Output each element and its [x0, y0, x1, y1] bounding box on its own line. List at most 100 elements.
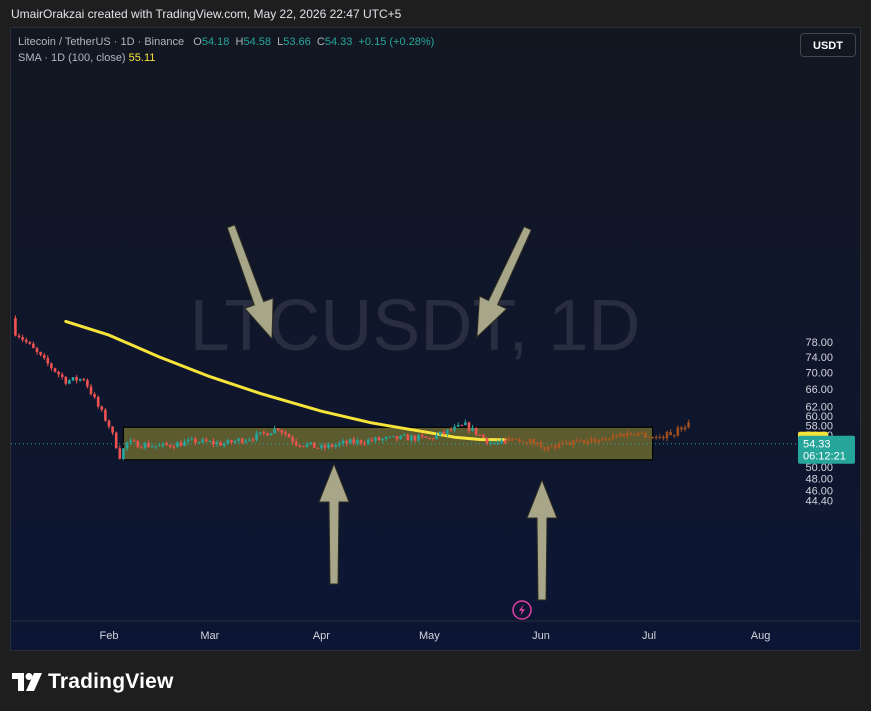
candle-body	[658, 436, 662, 438]
candle-body	[510, 438, 514, 441]
candle-body	[600, 438, 604, 441]
candle	[136, 440, 140, 448]
candle-body	[413, 435, 417, 441]
candle-body	[395, 435, 399, 440]
close-value: 54.33	[324, 36, 353, 48]
candle-body	[586, 441, 590, 444]
candle-body	[392, 435, 395, 437]
candle-body	[359, 440, 363, 444]
candle-body	[402, 434, 406, 436]
candle-body	[564, 442, 568, 444]
candle-body	[244, 440, 248, 443]
candle-body	[273, 428, 276, 434]
candle-body	[464, 422, 467, 426]
candle-body	[482, 434, 485, 438]
projected-candle	[582, 439, 586, 444]
currency-button[interactable]: USDT	[800, 33, 856, 57]
candle-body	[424, 436, 428, 438]
candle-body	[366, 439, 370, 444]
candle-body	[154, 446, 158, 448]
candle-body	[575, 440, 579, 442]
candle-body	[258, 432, 262, 434]
high-value: 54.58	[243, 36, 271, 48]
candle-body	[251, 439, 255, 441]
candle-body	[114, 432, 118, 449]
symbol-title[interactable]: Litecoin / TetherUS · 1D · Binance	[18, 36, 184, 48]
candle-body	[399, 435, 402, 440]
candle-body	[158, 445, 161, 447]
candle-body	[298, 445, 302, 447]
candle-body	[53, 368, 57, 372]
candle-body	[230, 439, 233, 443]
candle-body	[381, 438, 384, 441]
candle-body	[330, 444, 334, 447]
candle-body	[550, 445, 554, 447]
candle-body	[104, 409, 107, 421]
sma-label[interactable]: SMA · 1D (100, close)	[18, 52, 126, 64]
candle-body	[302, 446, 305, 448]
candle-body	[320, 445, 323, 448]
candle-body	[597, 440, 600, 443]
candle-body	[255, 433, 258, 440]
candle-body	[57, 371, 60, 375]
countdown-badge-text: 06:12:21	[803, 451, 846, 463]
candle-body	[665, 432, 669, 439]
candle-body	[60, 374, 64, 377]
candle-body	[582, 440, 586, 444]
candle-body	[129, 440, 132, 443]
candle-body	[676, 427, 680, 436]
candle-body	[269, 433, 273, 436]
candle-body	[554, 445, 557, 448]
symbol-legend-row: Litecoin / TetherUS · 1D · Binance O54.1…	[18, 34, 434, 50]
candle-body	[100, 406, 104, 410]
candle-body	[363, 443, 366, 445]
candle	[392, 435, 395, 437]
tradingview-brand[interactable]: TradingView	[12, 667, 174, 697]
candle-body	[338, 443, 341, 446]
close-label: C	[316, 36, 325, 48]
candle-body	[208, 441, 212, 443]
candle-body	[428, 437, 431, 439]
candle-body	[93, 394, 96, 397]
candle-body	[150, 446, 154, 448]
candle-body	[435, 434, 438, 439]
candle-body	[557, 443, 561, 448]
candle-body	[291, 437, 294, 442]
candle-body	[17, 335, 21, 338]
x-tick-label: Mar	[200, 630, 219, 642]
last-price-badge-text: 54.33	[803, 439, 831, 451]
candle-body	[111, 426, 114, 433]
candle-body	[294, 441, 298, 446]
candle-body	[442, 431, 446, 434]
candle-body	[370, 439, 374, 441]
candle-body	[633, 434, 636, 436]
candle-body	[341, 440, 345, 444]
candle-body	[456, 425, 460, 427]
candle-body	[680, 427, 683, 430]
candle-body	[35, 348, 39, 352]
candle-body	[107, 420, 111, 427]
low-value: 53.66	[283, 36, 311, 48]
candle-body	[68, 380, 71, 384]
candle-body	[161, 443, 165, 446]
candle-body	[172, 446, 176, 448]
candle-body	[287, 434, 291, 438]
candle-body	[168, 444, 172, 447]
candle-body	[687, 422, 690, 428]
candle-body	[222, 443, 226, 446]
candle-body	[489, 443, 492, 445]
candle-body	[485, 437, 489, 444]
candle-body	[219, 442, 222, 446]
candle-body	[410, 435, 413, 441]
candle	[14, 315, 17, 337]
candle-body	[662, 436, 665, 439]
candle-body	[197, 442, 201, 444]
price-chart[interactable]: LTCUSDT, 1D 78.0074.0070.0066.0062.0060.…	[10, 27, 861, 651]
candle-body	[140, 447, 143, 449]
candle-body	[500, 440, 503, 443]
candle-body	[122, 448, 125, 459]
y-tick-label: 70.00	[805, 368, 833, 380]
candle-body	[125, 442, 129, 449]
candle-body	[514, 438, 518, 440]
candle	[104, 408, 107, 422]
